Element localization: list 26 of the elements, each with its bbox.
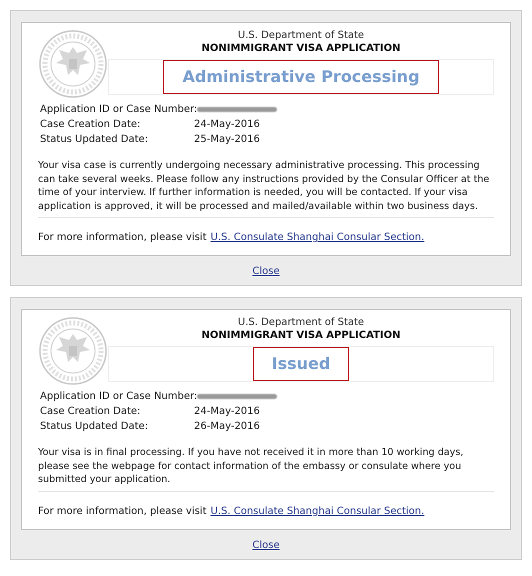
field-value: 24-May-2016 [194,118,260,132]
field-label: Case Creation Date: [40,405,142,419]
more-info-text: For more information, please visit [38,504,207,518]
form-title: NONIMMIGRANT VISA APPLICATION [202,42,400,55]
consulate-link[interactable]: U.S. Consulate Shanghai Consular Section. [210,230,424,245]
status-message: Your visa is in final processing. If you have not received it in more than 10 working days, please see the webpage for contact information of the embassy or consulate where you submitted your application. [38,446,494,492]
consulate-link[interactable]: U.S. Consulate Shanghai Consular Section. [210,504,424,518]
seal-drawing [38,29,108,99]
close-link[interactable]: Close [252,538,280,552]
field-value: 26-May-2016 [194,420,260,434]
more-info-text: For more information, please visit [38,231,207,245]
form-title: NONIMMIGRANT VISA APPLICATION [202,329,400,342]
status-title: Issued [252,347,350,381]
field-value: 24-May-2016 [194,405,260,419]
field-label: Application ID or Case Number: [40,390,198,404]
seal-drawing [38,316,108,386]
status-message: Your visa case is currently undergoing necessary administrative processing. This processing can take several weeks. Please follow any instructions provided by the Consular Officer at the time of your interview. If further information is needed, you will be contacted. If your visa application is approved, it will be processed and mailed/available within two business days. [38,159,494,218]
status-title: Administrative Processing [163,60,439,94]
field-value: 25-May-2016 [194,133,260,147]
agency-name: U.S. Department of State [238,29,364,42]
field-label: Application ID or Case Number: [40,103,198,117]
field-label: Status Updated Date: [40,420,150,434]
close-link[interactable]: Close [252,264,280,279]
field-label: Case Creation Date: [40,118,142,132]
field-label: Status Updated Date: [40,133,150,147]
agency-name: U.S. Department of State [238,316,364,329]
